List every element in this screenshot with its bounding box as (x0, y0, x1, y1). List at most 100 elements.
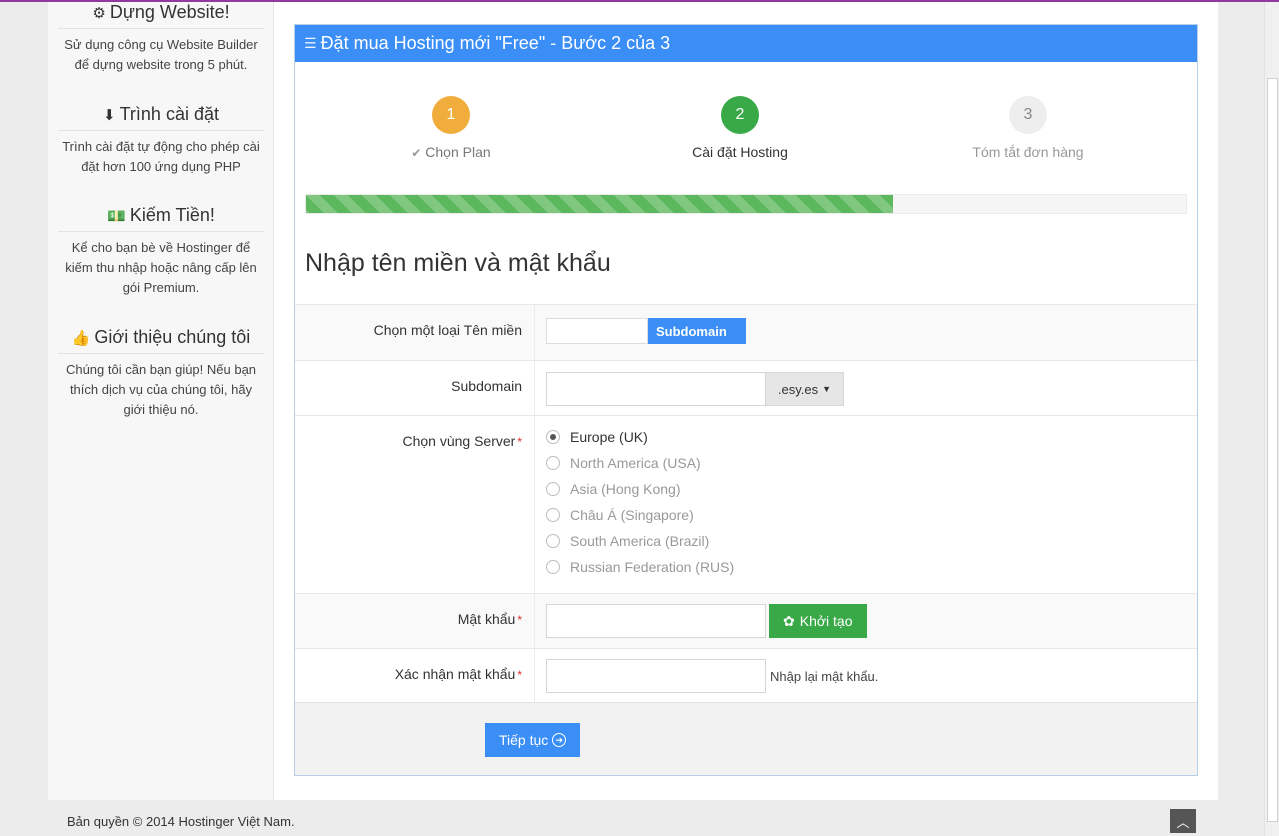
confirm-password-group: Nhập lại mật khẩu. (546, 659, 878, 693)
server-label-text: Chọn vùng Server (402, 433, 516, 449)
server-option-north-america[interactable]: North America (USA) (546, 450, 734, 476)
check-icon: ✔ (411, 146, 422, 160)
step-number-circle: 3 (1009, 96, 1047, 134)
step-number-circle: 1 (432, 96, 470, 134)
radio-icon (546, 456, 560, 470)
chevron-up-icon: ︿ (1176, 814, 1190, 830)
sidebar-title-text: Trình cài đặt (119, 104, 219, 124)
server-option-south-america[interactable]: South America (Brazil) (546, 528, 734, 554)
form-row-server: Chọn vùng Server * Europe (UK) North Amer… (295, 415, 1197, 593)
list-icon: ☰ (304, 35, 317, 51)
form-row-subdomain: Subdomain .esy.es ▼ (295, 360, 1197, 416)
gears-icon: ⚙ (92, 4, 106, 22)
step-label: ✔ Chọn Plan (351, 144, 551, 160)
form-row-domain-type: Chọn một loại Tên miền Subdomain (295, 304, 1197, 360)
step-label-text: Tóm tắt đơn hàng (972, 144, 1084, 160)
subdomain-input-group: .esy.es ▼ (546, 372, 844, 406)
continue-button[interactable]: Tiếp tục ➔ (485, 723, 581, 757)
thumbs-up-icon: 👍 (71, 329, 91, 347)
required-mark: * (517, 435, 522, 449)
step-number-circle: 2 (721, 96, 759, 134)
sidebar-title-text: Kiếm Tiền! (129, 205, 215, 225)
form-actions: Tiếp tục ➔ (295, 702, 1197, 775)
generate-password-button[interactable]: ✿ Khởi tạo (769, 604, 867, 638)
domain-type-label: Chọn một loại Tên miền (295, 305, 535, 360)
sidebar-title-text: Dựng Website! (109, 2, 230, 22)
sidebar-block-title: 👍 Giới thiệu chúng tôi (58, 327, 264, 354)
domain-type-toggle: Subdomain (546, 318, 746, 344)
sidebar-block-website-builder[interactable]: ⚙ Dựng Website! Sử dụng công cụ Website … (58, 2, 264, 75)
radio-icon (546, 534, 560, 548)
radio-label: South America (Brazil) (570, 533, 710, 549)
step-setup-hosting: 2 Cài đặt Hosting (640, 96, 840, 160)
radio-icon (546, 508, 560, 522)
step-number: 1 (446, 106, 456, 123)
sidebar-block-text: Trình cài đặt tự động cho phép cài đặt h… (62, 139, 260, 174)
radio-label: Châu Á (Singapore) (570, 507, 694, 523)
radio-label: Europe (UK) (570, 429, 648, 445)
password-input[interactable] (546, 604, 766, 638)
confirm-password-hint: Nhập lại mật khẩu. (770, 668, 879, 684)
confirm-password-input[interactable] (546, 659, 766, 693)
subdomain-label: Subdomain (295, 361, 535, 416)
panel-title: Đặt mua Hosting mới "Free" - Bước 2 của … (320, 33, 671, 53)
scrollbar-thumb[interactable] (1267, 78, 1278, 822)
radio-checked-icon (546, 430, 560, 444)
form-row-password: Mật khẩu * ✿ Khởi tạo (295, 593, 1197, 648)
password-label: Mật khẩu * (295, 594, 535, 648)
progress-bar (305, 194, 1187, 214)
server-option-asia[interactable]: Asia (Hong Kong) (546, 476, 734, 502)
arrow-circle-right-icon: ➔ (552, 733, 567, 747)
step-label-text: Chọn Plan (425, 144, 491, 160)
domain-type-option-subdomain[interactable]: Subdomain (648, 318, 746, 344)
confirm-password-label-text: Xác nhận mật khẩu (394, 666, 516, 682)
order-panel: ☰ Đặt mua Hosting mới "Free" - Bước 2 củ… (294, 24, 1198, 776)
step-order-summary: 3 Tóm tắt đơn hàng (928, 96, 1128, 160)
progress-fill (306, 195, 893, 213)
sidebar-block-title: ⚙ Dựng Website! (58, 2, 264, 29)
download-icon: ⬇ (103, 106, 116, 124)
server-label: Chọn vùng Server * (295, 416, 535, 593)
sidebar-block-text: Kể cho bạn bè về Hostinger để kiếm thu n… (65, 240, 257, 295)
domain-suffix-dropdown[interactable]: .esy.es ▼ (766, 372, 844, 406)
sidebar-title-text: Giới thiệu chúng tôi (94, 327, 251, 347)
radio-label: Asia (Hong Kong) (570, 481, 681, 497)
sidebar-block-installer[interactable]: ⬇ Trình cài đặt Trình cài đặt tự động ch… (58, 104, 264, 177)
domain-suffix-text: .esy.es (777, 381, 819, 397)
scroll-to-top-button[interactable]: ︿ (1170, 809, 1196, 833)
domain-type-label-text: Chọn một loại Tên miền (373, 322, 522, 338)
password-label-text: Mật khẩu (457, 611, 516, 627)
continue-label: Tiếp tục (499, 732, 549, 748)
subdomain-label-text: Subdomain (451, 378, 522, 394)
step-number: 2 (735, 106, 745, 123)
server-option-singapore[interactable]: Châu Á (Singapore) (546, 502, 734, 528)
required-mark: * (517, 613, 522, 627)
step-label-text: Cài đặt Hosting (692, 144, 788, 160)
page-container: ⚙ Dựng Website! Sử dụng công cụ Website … (48, 2, 1218, 800)
password-input-group: ✿ Khởi tạo (546, 604, 867, 638)
cog-icon: ✿ (783, 612, 795, 629)
step-number: 3 (1023, 106, 1033, 123)
generate-password-label: Khởi tạo (799, 613, 853, 629)
sidebar-block-text: Sử dụng công cụ Website Builder để dựng … (64, 37, 258, 72)
sidebar-block-refer[interactable]: 👍 Giới thiệu chúng tôi Chúng tôi cần bạn… (58, 327, 264, 420)
server-option-europe[interactable]: Europe (UK) (546, 424, 734, 450)
window-scrollbar[interactable] (1264, 2, 1279, 836)
step-choose-plan[interactable]: 1 ✔ Chọn Plan (351, 96, 551, 160)
server-radio-group: Europe (UK) North America (USA) Asia (Ho… (546, 424, 734, 580)
page-footer: Bản quyền © 2014 Hostinger Việt Nam. ︿ (48, 800, 1218, 836)
sidebar: ⚙ Dựng Website! Sử dụng công cụ Website … (48, 2, 274, 800)
radio-icon (546, 482, 560, 496)
radio-icon (546, 560, 560, 574)
subdomain-input[interactable] (546, 372, 766, 406)
sidebar-block-title: ⬇ Trình cài đặt (58, 104, 264, 131)
money-icon: 💵 (107, 207, 126, 225)
section-title: Nhập tên miền và mật khẩu (305, 249, 611, 277)
caret-down-icon: ▼ (822, 384, 832, 394)
confirm-password-label: Xác nhận mật khẩu * (295, 649, 535, 703)
sidebar-block-earn-money[interactable]: 💵 Kiếm Tiền! Kể cho bạn bè về Hostinger … (58, 205, 264, 298)
server-option-russia[interactable]: Russian Federation (RUS) (546, 554, 734, 580)
sidebar-block-title: 💵 Kiếm Tiền! (58, 205, 264, 232)
domain-type-option-blank[interactable] (546, 318, 648, 344)
panel-header: ☰ Đặt mua Hosting mới "Free" - Bước 2 củ… (295, 25, 1197, 62)
